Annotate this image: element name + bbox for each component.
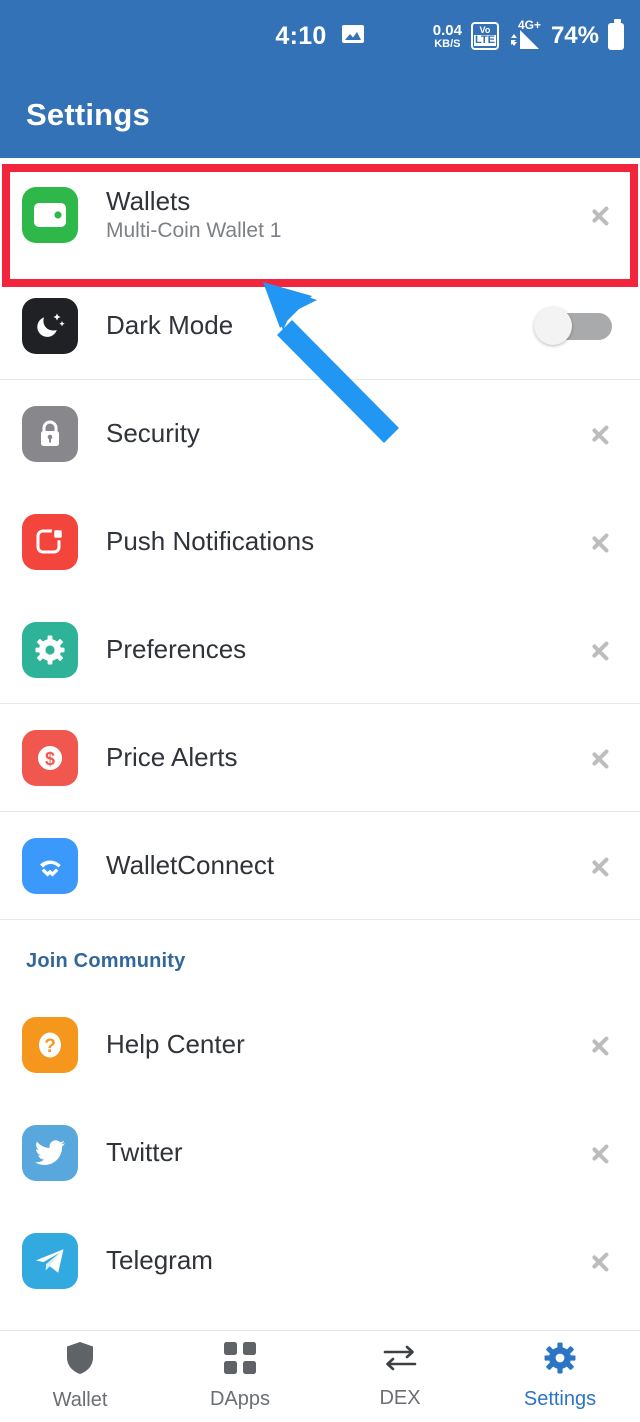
chevron-right-icon (590, 631, 612, 669)
nav-label: Settings (523, 1388, 597, 1410)
lock-icon (22, 405, 78, 462)
nav-item-dapps[interactable]: DApps (160, 1342, 320, 1411)
settings-row-text: WalletConnect (106, 850, 590, 881)
section-header-label: Join Community (26, 950, 186, 972)
settings-row-label: Push Notifications (106, 526, 315, 557)
settings-row-label: Price Alerts (106, 742, 238, 773)
dark-mode-toggle[interactable] (534, 306, 612, 345)
image-icon (341, 24, 365, 49)
volte-icon: Vo LTE (470, 22, 499, 50)
status-bar-right: 0.04 KB/S Vo LTE 4G+ 74% (433, 18, 624, 50)
settings-row-text: Help Center (106, 1029, 590, 1060)
telegram-plane-icon (22, 1232, 78, 1289)
chevron-right-icon (590, 1026, 612, 1064)
settings-row-label: Security (106, 418, 200, 449)
settings-row-text: Price Alerts (106, 742, 590, 773)
settings-row-label: Dark Mode (106, 310, 234, 341)
chevron-right-icon (590, 847, 612, 885)
question-mark-icon: ? (22, 1016, 78, 1073)
battery-icon (608, 19, 624, 50)
chevron-right-icon (590, 196, 612, 234)
twitter-bird-icon (22, 1124, 78, 1181)
wallet-icon (22, 186, 78, 243)
section-header-join-community: Join Community (0, 920, 640, 991)
settings-row-dark-mode[interactable]: Dark Mode (0, 272, 640, 379)
data-rate-value: 0.04 (432, 22, 462, 40)
gear-icon (22, 621, 78, 678)
settings-row-label: WalletConnect (106, 850, 275, 881)
shield-icon (65, 1341, 95, 1380)
settings-row-label: Twitter (106, 1137, 183, 1168)
chevron-right-icon (590, 1134, 612, 1172)
chevron-right-icon (590, 415, 612, 453)
data-rate-indicator: 0.04 KB/S (433, 23, 462, 50)
toggle-knob (534, 306, 572, 345)
settings-row-label: Help Center (106, 1029, 245, 1060)
settings-row-text: Security (106, 418, 590, 449)
settings-row-label: Preferences (106, 634, 247, 665)
nav-label: DEX (379, 1387, 421, 1409)
nav-item-settings[interactable]: Settings (480, 1342, 640, 1411)
settings-row-security[interactable]: Security (0, 380, 640, 487)
settings-row-label: Telegram (106, 1245, 213, 1276)
nav-item-wallet[interactable]: Wallet (0, 1341, 160, 1412)
bottom-navigation-bar: Wallet DApps DEX Settings (0, 1330, 640, 1422)
settings-row-preferences[interactable]: Preferences (0, 596, 640, 703)
settings-row-twitter[interactable]: Twitter (0, 1099, 640, 1206)
svg-text:$: $ (45, 749, 55, 769)
walletconnect-icon (22, 837, 78, 894)
settings-row-text: Telegram (106, 1245, 590, 1276)
settings-row-text: Preferences (106, 634, 590, 665)
settings-row-sublabel: Multi-Coin Wallet 1 (106, 219, 282, 243)
settings-row-text: Wallets Multi-Coin Wallet 1 (106, 186, 590, 244)
chevron-right-icon (590, 739, 612, 777)
settings-row-text: Twitter (106, 1137, 590, 1168)
chevron-right-icon (590, 1242, 612, 1280)
settings-row-text: Push Notifications (106, 526, 590, 557)
notification-badge-icon (22, 513, 78, 570)
gear-icon (544, 1342, 576, 1379)
dollar-circle-icon: $ (22, 729, 78, 786)
settings-row-label: Wallets (106, 185, 191, 216)
settings-row-help-center[interactable]: ? Help Center (0, 991, 640, 1098)
settings-row-walletconnect[interactable]: WalletConnect (0, 812, 640, 919)
signal-icon: 4G+ (508, 18, 542, 50)
settings-row-wallets[interactable]: Wallets Multi-Coin Wallet 1 (0, 158, 640, 271)
data-rate-unit: KB/S (434, 37, 461, 50)
page-title: Settings (26, 97, 150, 132)
battery-percent-label: 74% (550, 22, 599, 49)
svg-text:?: ? (44, 1036, 56, 1057)
settings-row-text: Dark Mode (106, 310, 534, 341)
grid-squares-icon (224, 1342, 256, 1379)
settings-row-price-alerts[interactable]: $ Price Alerts (0, 704, 640, 811)
status-bar: 4:10 0.04 KB/S Vo LTE 4G+ 74% (0, 0, 640, 72)
settings-row-telegram[interactable]: Telegram (0, 1207, 640, 1314)
network-type-label: 4G+ (517, 18, 541, 32)
settings-list: Wallets Multi-Coin Wallet 1 Dark Mode Se… (0, 158, 640, 1314)
moon-stars-icon (22, 297, 78, 354)
settings-row-push-notifications[interactable]: Push Notifications (0, 488, 640, 595)
status-time: 4:10 (275, 21, 327, 50)
app-bar: Settings (0, 72, 640, 158)
nav-item-dex[interactable]: DEX (320, 1343, 480, 1410)
nav-label: DApps (209, 1388, 271, 1410)
chevron-right-icon (590, 523, 612, 561)
volte-bottom-text: LTE (473, 34, 496, 46)
nav-label: Wallet (52, 1389, 108, 1411)
swap-arrows-icon (382, 1343, 418, 1378)
